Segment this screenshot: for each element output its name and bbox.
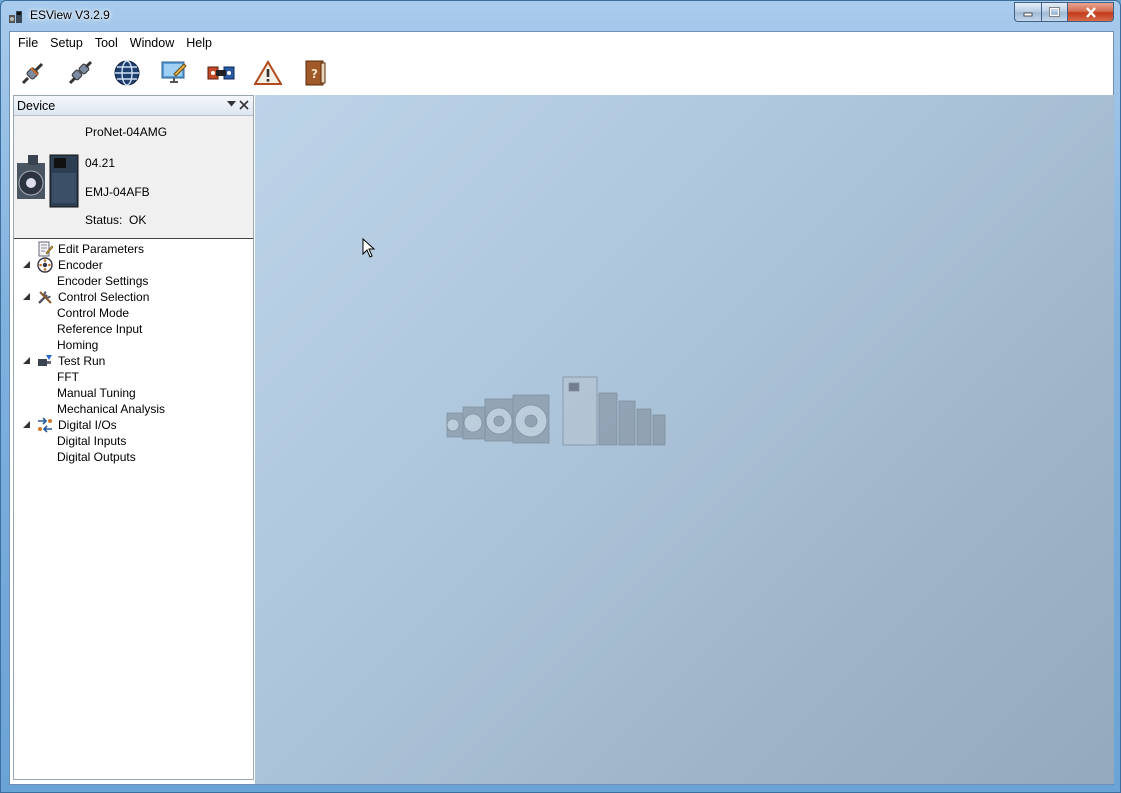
tree-item-test-run[interactable]: Test Run xyxy=(14,353,253,369)
device-model: ProNet-04AMG xyxy=(85,125,168,139)
tree-item-label: Control Selection xyxy=(58,290,150,304)
tree-item-label: Encoder xyxy=(58,258,103,272)
disconnect-button[interactable] xyxy=(63,56,97,90)
servo-button[interactable] xyxy=(204,56,238,90)
device-info: ProNet-04AMG 04.21 EMJ-04AFB Status: OK xyxy=(14,116,253,239)
help-book-icon: ? xyxy=(305,60,326,86)
tree-item-label: Reference Input xyxy=(57,322,143,336)
disconnect-icon xyxy=(68,60,93,85)
tree-item-encoder[interactable]: Encoder xyxy=(14,257,253,273)
tree-item-digital-inputs[interactable]: Digital Inputs xyxy=(14,433,253,449)
menu-file[interactable]: File xyxy=(12,32,44,54)
tree-item-label: Digital Outputs xyxy=(57,450,136,464)
monitor-edit-button[interactable] xyxy=(157,56,191,90)
tree-item-label: Homing xyxy=(57,338,99,352)
device-version: 04.21 xyxy=(85,156,116,170)
servo-product-image xyxy=(17,154,79,208)
tree-item-fft[interactable]: FFT xyxy=(14,369,253,385)
tree-item-label: Encoder Settings xyxy=(57,274,149,288)
tree-item-homing[interactable]: Homing xyxy=(14,337,253,353)
window-title: ESView V3.2.9 xyxy=(30,8,110,22)
network-icon xyxy=(114,60,140,86)
tools-icon xyxy=(38,291,52,304)
maximize-button[interactable] xyxy=(1041,2,1067,22)
edit-parameters-icon xyxy=(38,241,53,257)
panel-header: Device xyxy=(14,96,253,116)
function-tree: Edit Parameters Encoder Encoder Settings xyxy=(14,239,253,465)
tree-item-control-selection[interactable]: Control Selection xyxy=(14,289,253,305)
device-panel: Device ProNet-04AMG 04.21 EMJ-04AFB Stat xyxy=(13,95,254,780)
warning-icon xyxy=(254,60,282,85)
network-button[interactable] xyxy=(110,56,144,90)
tree-item-label: Manual Tuning xyxy=(57,386,136,400)
title-bar[interactable]: ESView V3.2.9 xyxy=(1,1,1120,31)
tree-item-reference-input[interactable]: Reference Input xyxy=(14,321,253,337)
tree-item-label: Digital Inputs xyxy=(57,434,127,448)
mouse-cursor-icon xyxy=(362,238,376,258)
panel-title: Device xyxy=(17,99,56,113)
digital-io-icon xyxy=(38,417,52,433)
tree-item-label: FFT xyxy=(57,370,79,384)
encoder-icon xyxy=(37,257,53,273)
app-window: ESView V3.2.9 File Setup Tool Window Hel… xyxy=(0,0,1121,793)
app-icon xyxy=(9,11,22,23)
minimize-button[interactable] xyxy=(1014,2,1041,22)
tree-item-encoder-settings[interactable]: Encoder Settings xyxy=(14,273,253,289)
connect-button[interactable] xyxy=(16,56,50,90)
servo-icon xyxy=(207,66,235,80)
tree-item-digital-ios[interactable]: Digital I/Os xyxy=(14,417,253,433)
panel-dropdown-icon[interactable] xyxy=(227,101,236,107)
close-button[interactable] xyxy=(1067,2,1114,22)
tree-item-control-mode[interactable]: Control Mode xyxy=(14,305,253,321)
device-motor: EMJ-04AFB xyxy=(85,185,150,199)
product-lineup-watermark xyxy=(446,376,666,446)
menu-setup[interactable]: Setup xyxy=(44,32,89,54)
tree-item-digital-outputs[interactable]: Digital Outputs xyxy=(14,449,253,465)
expanded-arrow-icon[interactable] xyxy=(23,261,30,268)
svg-text:?: ? xyxy=(311,67,318,81)
tree-item-mechanical-analysis[interactable]: Mechanical Analysis xyxy=(14,401,253,417)
minimize-icon xyxy=(1023,12,1033,17)
tree-item-manual-tuning[interactable]: Manual Tuning xyxy=(14,385,253,401)
client-area: File Setup Tool Window Help ? Device Pro… xyxy=(9,31,1114,785)
menu-bar: File Setup Tool Window Help xyxy=(10,32,1113,54)
test-run-icon xyxy=(38,355,52,366)
expanded-arrow-icon[interactable] xyxy=(23,293,30,300)
device-status-label: Status: xyxy=(85,213,123,227)
connect-icon xyxy=(21,62,44,85)
tree-item-edit-parameters[interactable]: Edit Parameters xyxy=(14,241,253,257)
workspace-area[interactable] xyxy=(255,95,1114,784)
toolbar: ? xyxy=(10,54,1113,92)
menu-help[interactable]: Help xyxy=(180,32,218,54)
alarm-button[interactable] xyxy=(251,56,285,90)
tree-item-label: Edit Parameters xyxy=(58,242,145,256)
tree-item-label: Test Run xyxy=(58,354,106,368)
tree-item-label: Mechanical Analysis xyxy=(57,402,166,416)
tree-item-label: Control Mode xyxy=(57,306,130,320)
expanded-arrow-icon[interactable] xyxy=(23,421,30,428)
expanded-arrow-icon[interactable] xyxy=(23,357,30,364)
maximize-icon xyxy=(1049,7,1060,17)
help-manual-button[interactable]: ? xyxy=(298,56,332,90)
tree-item-label: Digital I/Os xyxy=(58,418,117,432)
monitor-edit-icon xyxy=(161,61,187,83)
device-status-value: OK xyxy=(129,213,147,227)
panel-close-icon[interactable] xyxy=(238,99,250,111)
menu-tool[interactable]: Tool xyxy=(89,32,124,54)
close-icon xyxy=(1085,6,1096,18)
menu-window[interactable]: Window xyxy=(124,32,180,54)
